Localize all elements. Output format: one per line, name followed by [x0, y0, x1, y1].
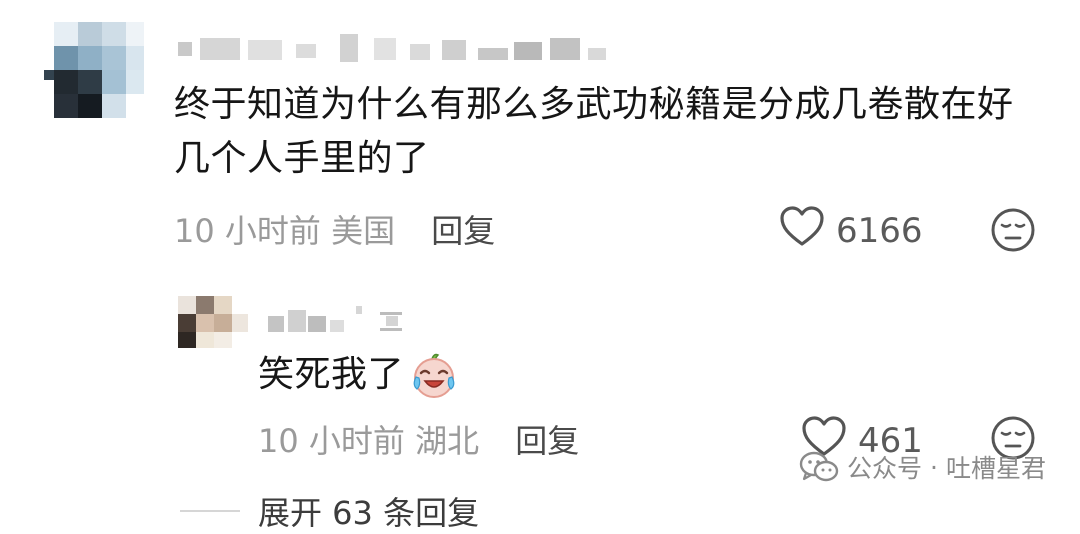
laughing-crying-emoji: [410, 351, 458, 399]
watermark-separator: ·: [930, 452, 938, 482]
divider: [180, 510, 240, 512]
reply-meta: 10 小时前 湖北 回复: [258, 416, 579, 462]
comment-time: 10 小时前: [174, 212, 321, 250]
heart-outline-icon: [778, 204, 826, 257]
comment-text-line: 终于知道为什么有那么多武功秘籍是分成几卷散在好: [174, 84, 1014, 125]
like-count: 6166: [836, 210, 923, 251]
comment-text: 终于知道为什么有那么多武功秘籍是分成几卷散在好 几个人手里的了: [174, 78, 1014, 186]
like-button[interactable]: 6166: [778, 204, 923, 257]
reply-location: 湖北: [415, 422, 480, 460]
reply-button[interactable]: 回复: [431, 212, 495, 250]
comment-text-line: 几个人手里的了: [174, 138, 430, 179]
watermark-prefix: 公众号: [847, 454, 923, 483]
wechat-logo-icon: [799, 450, 839, 484]
reply-time: 10 小时前: [258, 422, 405, 460]
username[interactable]: [268, 306, 418, 334]
reply-text-content: 笑死我了: [258, 354, 405, 395]
expand-replies-label: 展开 63 条回复: [258, 494, 480, 532]
reply-text: 笑死我了: [258, 348, 458, 402]
neutral-face-icon[interactable]: [990, 207, 1036, 257]
avatar[interactable]: [44, 22, 144, 122]
reply-button[interactable]: 回复: [515, 422, 579, 460]
username[interactable]: [178, 34, 618, 64]
watermark-name: 吐槽星君: [945, 454, 1046, 483]
watermark: 公众号 · 吐槽星君: [799, 449, 1046, 485]
expand-replies-button[interactable]: 展开 63 条回复: [180, 488, 479, 534]
avatar[interactable]: [178, 296, 248, 348]
comment-meta: 10 小时前 美国 回复: [174, 206, 495, 252]
comment-location: 美国: [331, 212, 396, 250]
